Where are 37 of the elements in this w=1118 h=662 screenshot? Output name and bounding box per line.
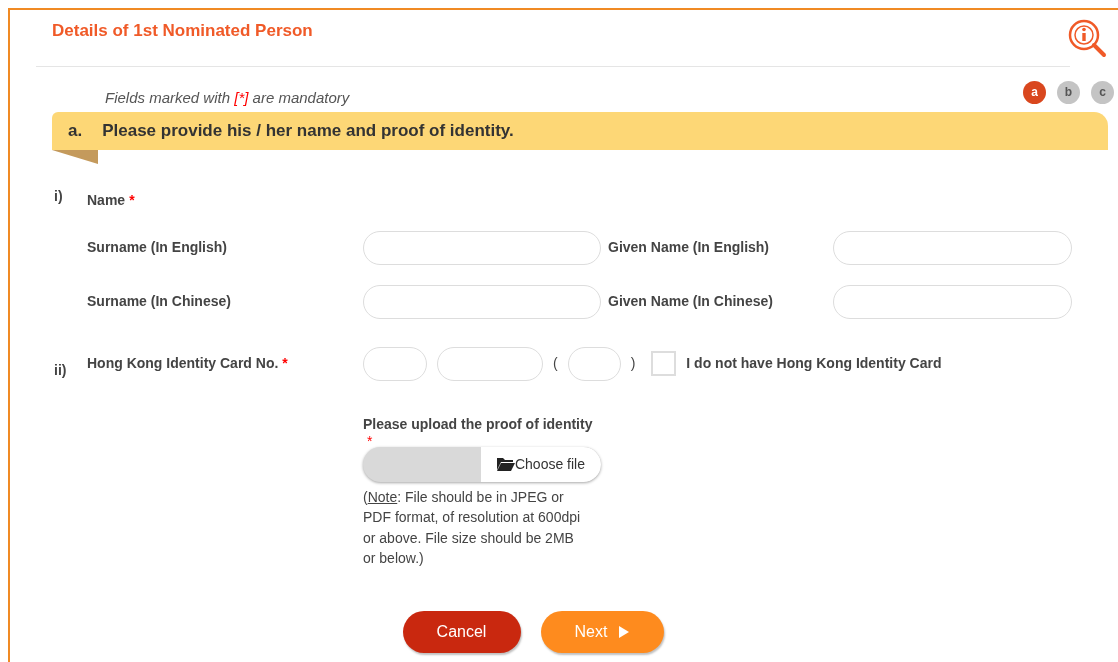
section-title: Details of 1st Nominated Person bbox=[51, 20, 313, 42]
field-label: Hong Kong Identity Card No. * bbox=[87, 354, 289, 373]
checkbox[interactable] bbox=[651, 351, 677, 376]
mandatory-note: Fields marked with [*] are mandatory bbox=[105, 88, 350, 108]
text-field[interactable] bbox=[363, 284, 601, 319]
field-label: Surname (In Chinese) bbox=[87, 292, 232, 311]
text-field[interactable] bbox=[437, 346, 543, 381]
text-field[interactable] bbox=[833, 230, 1072, 265]
step-indicator: a bbox=[1023, 80, 1046, 104]
text-field[interactable] bbox=[833, 284, 1072, 319]
text-field[interactable] bbox=[363, 230, 601, 265]
required-asterisk: * bbox=[282, 355, 288, 371]
file-picker[interactable]: Choose file bbox=[363, 446, 601, 482]
required-asterisk: * bbox=[129, 191, 135, 208]
file-note: (Note: File should be in JPEG or PDF format, of resolution at 600dpi or above. File size should be 2MB or below.) bbox=[363, 487, 582, 568]
item-number: i) bbox=[54, 186, 64, 206]
parenthesis: ( bbox=[553, 354, 558, 373]
choose-file-button[interactable]: Choose file bbox=[481, 446, 601, 482]
cancel-button[interactable]: Cancel bbox=[402, 610, 521, 653]
section-heading: Please provide his / her name and proof of identity. bbox=[102, 119, 514, 142]
section-letter: a. bbox=[68, 119, 83, 142]
play-icon bbox=[619, 625, 630, 638]
field-label: Given Name (In English) bbox=[608, 238, 771, 257]
required-asterisk: * bbox=[367, 432, 373, 449]
field-label: Name * bbox=[87, 190, 136, 210]
item-number: ii) bbox=[54, 360, 68, 380]
step-indicator: b bbox=[1057, 80, 1080, 104]
folder-icon bbox=[496, 457, 515, 471]
banner-fold bbox=[52, 149, 98, 164]
field-label: Surname (In English) bbox=[87, 238, 228, 257]
upload-label: Please upload the proof of identity bbox=[363, 414, 594, 433]
step-indicator: c bbox=[1091, 80, 1114, 104]
text-field[interactable] bbox=[363, 346, 427, 381]
checkbox-label: I do not have Hong Kong Identity Card bbox=[686, 354, 942, 373]
field-label: Given Name (In Chinese) bbox=[608, 292, 774, 311]
parenthesis: ) bbox=[630, 354, 636, 373]
text-field[interactable] bbox=[567, 346, 621, 381]
